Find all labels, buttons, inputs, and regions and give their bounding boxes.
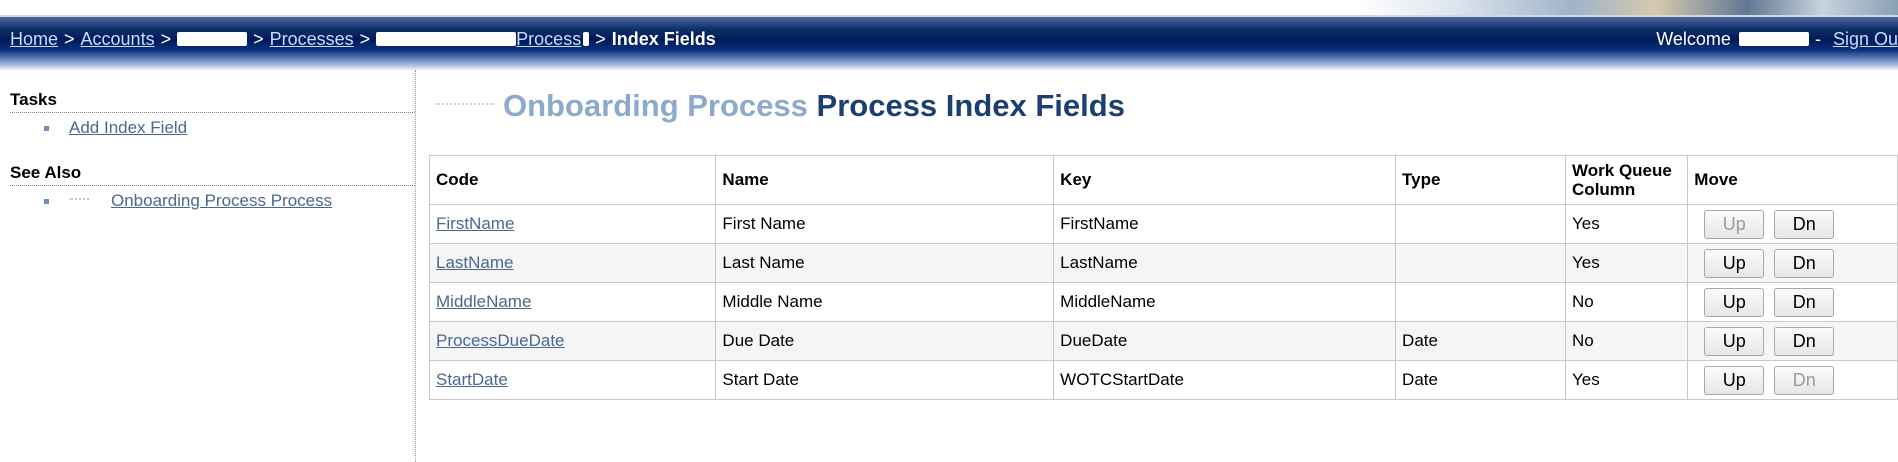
page-title-section: Process Index Fields: [816, 88, 1125, 123]
cell-type: Date: [1395, 360, 1567, 400]
column-header-type: Type: [1395, 155, 1567, 205]
breadcrumb-accounts-link[interactable]: Accounts: [81, 29, 155, 50]
sign-out-link[interactable]: Sign Ou: [1833, 29, 1898, 50]
move-up-button[interactable]: Up: [1704, 365, 1765, 395]
breadcrumb-separator: >: [64, 28, 75, 49]
move-up-button[interactable]: Up: [1704, 326, 1765, 356]
cell-type: [1395, 282, 1567, 322]
redacted-process-tail: [583, 32, 590, 46]
cell-work-queue: Yes: [1565, 360, 1689, 400]
page-title: Onboarding Process Process Index Fields: [435, 88, 1125, 124]
move-down-button[interactable]: Dn: [1774, 365, 1835, 395]
work-queue-label-line1: Work Queue: [1572, 161, 1672, 180]
breadcrumb-current: Index Fields: [611, 28, 716, 49]
breadcrumb: Home > Accounts > > Processes > Process …: [10, 28, 716, 50]
move-down-button[interactable]: Dn: [1774, 326, 1835, 356]
column-header-work-queue: Work Queue Column: [1565, 155, 1689, 205]
cell-name: Due Date: [715, 321, 1055, 361]
cell-key: DueDate: [1053, 321, 1397, 361]
redacted-account-link[interactable]: [177, 32, 248, 46]
cell-code: FirstName: [428, 204, 717, 244]
cell-work-queue: Yes: [1565, 243, 1689, 283]
redacted-prefix: [69, 198, 91, 204]
code-link[interactable]: FirstName: [436, 214, 514, 233]
cell-code: LastName: [428, 243, 717, 283]
cell-key: LastName: [1053, 243, 1397, 283]
move-down-button[interactable]: Dn: [1774, 248, 1835, 278]
breadcrumb-home-link[interactable]: Home: [10, 29, 58, 50]
welcome-label: Welcome: [1656, 28, 1731, 49]
cell-name: First Name: [715, 204, 1055, 244]
cell-type: Date: [1395, 321, 1567, 361]
sidebar-item-process[interactable]: Onboarding Process Process: [44, 191, 332, 211]
redacted-process-name[interactable]: [376, 32, 517, 46]
cell-move: Up Dn: [1687, 321, 1898, 361]
breadcrumb-separator: >: [160, 28, 172, 49]
breadcrumb-separator: >: [359, 28, 371, 49]
cell-name: Start Date: [715, 360, 1055, 400]
table-row: MiddleName Middle Name MiddleName No Up …: [428, 282, 1898, 322]
index-fields-table: Code Name Key Type Work Queue Column Mov…: [428, 155, 1898, 400]
cell-work-queue: Yes: [1565, 204, 1689, 244]
cell-key: MiddleName: [1053, 282, 1397, 322]
move-up-button[interactable]: Up: [1704, 248, 1765, 278]
work-queue-label-line2: Column: [1572, 180, 1636, 199]
column-header-code: Code: [428, 155, 717, 205]
top-banner: [0, 0, 1898, 17]
see-also-heading: See Also: [10, 163, 415, 186]
table-row: LastName Last Name LastName Yes Up Dn: [428, 243, 1898, 283]
redacted-title-prefix: [435, 102, 495, 113]
move-down-button[interactable]: Dn: [1774, 209, 1835, 239]
code-link[interactable]: LastName: [436, 253, 513, 272]
cell-code: StartDate: [428, 360, 717, 400]
cell-move: Up Dn: [1687, 282, 1898, 322]
table-row: StartDate Start Date WOTCStartDate Date …: [428, 360, 1898, 400]
cell-move: Up Dn: [1687, 243, 1898, 283]
breadcrumb-separator: >: [253, 28, 264, 49]
table-header-row: Code Name Key Type Work Queue Column Mov…: [428, 155, 1898, 205]
user-dash: -: [1814, 28, 1821, 49]
code-link[interactable]: StartDate: [436, 370, 508, 389]
breadcrumb-separator: >: [595, 28, 606, 49]
onboarding-process-link[interactable]: Onboarding Process Process: [111, 191, 332, 211]
cell-key: WOTCStartDate: [1053, 360, 1397, 400]
user-box: Welcome - Sign Ou: [1656, 28, 1898, 50]
bullet-icon: [44, 125, 49, 131]
code-link[interactable]: MiddleName: [436, 292, 531, 311]
move-down-button[interactable]: Dn: [1774, 287, 1835, 317]
cell-move: Up Dn: [1687, 360, 1898, 400]
navigation-bar: Home > Accounts > > Processes > Process …: [0, 17, 1898, 70]
move-up-button[interactable]: Up: [1704, 209, 1765, 239]
page-title-process: Onboarding Process: [503, 88, 808, 123]
cell-key: FirstName: [1053, 204, 1397, 244]
tasks-heading: Tasks: [10, 90, 415, 113]
redacted-username: [1738, 32, 1809, 46]
cell-name: Last Name: [715, 243, 1055, 283]
breadcrumb-processes-link[interactable]: Processes: [270, 29, 354, 50]
table-row: FirstName First Name FirstName Yes Up Dn: [428, 204, 1898, 244]
table-row: ProcessDueDate Due Date DueDate Date No …: [428, 321, 1898, 361]
sidebar-item-add-index-field[interactable]: Add Index Field: [44, 118, 187, 138]
cell-type: [1395, 243, 1567, 283]
column-header-move: Move: [1687, 155, 1898, 205]
bullet-icon: [44, 198, 49, 204]
move-up-button[interactable]: Up: [1704, 287, 1765, 317]
cell-move: Up Dn: [1687, 204, 1898, 244]
add-index-field-link[interactable]: Add Index Field: [69, 118, 187, 138]
column-header-name: Name: [715, 155, 1055, 205]
code-link[interactable]: ProcessDueDate: [436, 331, 565, 350]
cell-name: Middle Name: [715, 282, 1055, 322]
breadcrumb-process-link[interactable]: Process: [516, 29, 581, 50]
cell-code: ProcessDueDate: [428, 321, 717, 361]
cell-work-queue: No: [1565, 282, 1689, 322]
sidebar: Tasks Add Index Field See Also Onboardin…: [0, 70, 416, 462]
cell-code: MiddleName: [428, 282, 717, 322]
column-header-key: Key: [1053, 155, 1397, 205]
cell-type: [1395, 204, 1567, 244]
cell-work-queue: No: [1565, 321, 1689, 361]
